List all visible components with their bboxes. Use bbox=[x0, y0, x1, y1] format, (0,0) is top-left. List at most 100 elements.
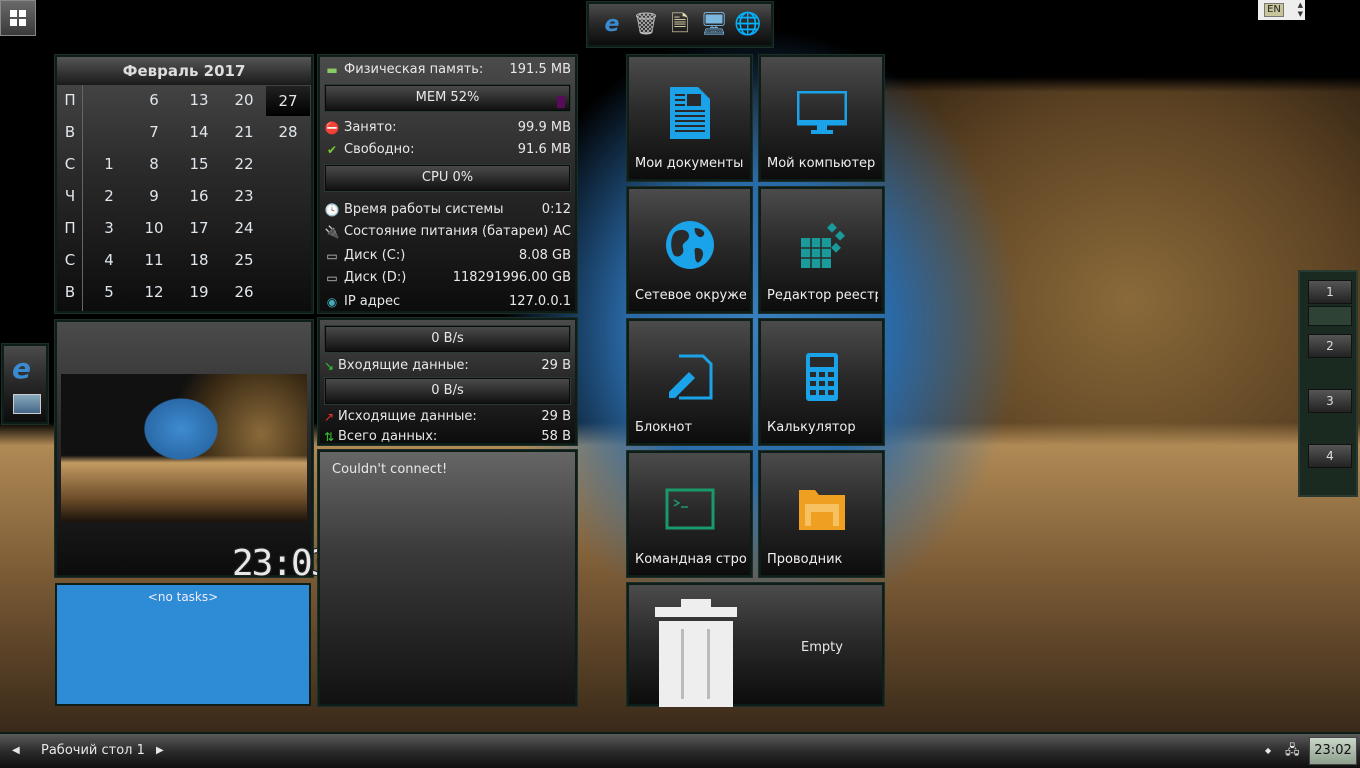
registry-icon bbox=[761, 217, 882, 273]
globe-icon bbox=[629, 217, 750, 273]
calendar-day[interactable]: 18 bbox=[177, 251, 221, 269]
tile-terminal[interactable]: Командная строк bbox=[627, 451, 752, 577]
weekday-column: ПВСЧПСВ bbox=[57, 85, 83, 311]
cpu-bar-label: CPU 0% bbox=[421, 170, 474, 185]
pager-page-4[interactable]: 4 bbox=[1308, 444, 1352, 468]
calendar-day[interactable]: 11 bbox=[132, 251, 176, 269]
calendar-day[interactable]: 25 bbox=[222, 251, 266, 269]
calendar-day[interactable]: 21 bbox=[222, 123, 266, 141]
calendar-day[interactable]: 4 bbox=[87, 251, 131, 269]
calendar-day[interactable]: 24 bbox=[222, 219, 266, 237]
physical-memory-row: ▬ Физическая память: 191.5 MB bbox=[324, 60, 571, 80]
tray-network-icon[interactable]: 🖧 bbox=[1285, 741, 1300, 763]
document-icon bbox=[629, 85, 750, 141]
calendar-day[interactable]: 8 bbox=[132, 155, 176, 173]
photo-image[interactable] bbox=[61, 374, 307, 522]
total-row: ⇅ Всего данных: 58 B bbox=[324, 427, 571, 447]
label: Исходящие данные: bbox=[338, 409, 477, 424]
network-globe-icon: ◉ bbox=[326, 295, 338, 309]
previous-desktop-button[interactable]: ◀ bbox=[12, 745, 20, 756]
language-spinner[interactable]: ▲ ▼ bbox=[1298, 1, 1303, 19]
value: 99.9 MB bbox=[517, 120, 571, 135]
internet-explorer-icon[interactable]: e bbox=[12, 352, 31, 385]
calendar-day[interactable]: 16 bbox=[177, 187, 221, 205]
used-memory-row: ⛔ Занято: 99.9 MB bbox=[324, 118, 571, 138]
notepad-icon bbox=[629, 349, 750, 405]
label: IP адрес bbox=[344, 294, 401, 309]
documents-icon[interactable]: 🗎 bbox=[665, 10, 695, 40]
calendar-day[interactable]: 26 bbox=[222, 283, 266, 301]
tile-registry[interactable]: Редактор реестр bbox=[759, 187, 884, 313]
calendar-day[interactable]: 17 bbox=[177, 219, 221, 237]
value: 0:12 bbox=[541, 202, 571, 217]
calendar-day[interactable]: 5 bbox=[87, 283, 131, 301]
photo-widget bbox=[55, 320, 313, 577]
calendar-day[interactable]: 28 bbox=[266, 123, 310, 141]
pager-page-3[interactable]: 3 bbox=[1308, 389, 1352, 413]
calendar-day[interactable]: 14 bbox=[177, 123, 221, 141]
calendar-day[interactable]: 10 bbox=[132, 219, 176, 237]
ram-icon: ▬ bbox=[326, 63, 338, 77]
disk-icon: ▭ bbox=[326, 249, 338, 263]
calendar-day[interactable]: 27 bbox=[266, 86, 310, 116]
tile-label: Редактор реестр bbox=[767, 288, 878, 303]
calendar-day[interactable]: 6 bbox=[132, 91, 176, 109]
next-desktop-button[interactable]: ▶ bbox=[156, 745, 164, 756]
calendar-day[interactable]: 13 bbox=[177, 91, 221, 109]
tile-folder[interactable]: Проводник bbox=[759, 451, 884, 577]
tile-monitor[interactable]: Мой компьютер bbox=[759, 55, 884, 181]
value: 91.6 MB bbox=[517, 142, 571, 157]
incoming-row: ↘ Входящие данные: 29 B bbox=[324, 356, 571, 376]
value: 58 B bbox=[541, 429, 571, 444]
recycle-bin-icon[interactable]: 🗑 bbox=[631, 10, 661, 40]
label: Занято: bbox=[344, 120, 397, 135]
calendar-day[interactable]: 7 bbox=[132, 123, 176, 141]
calendar-day[interactable]: 2 bbox=[87, 187, 131, 205]
calendar-day[interactable]: 23 bbox=[222, 187, 266, 205]
weekday-label: В bbox=[64, 123, 76, 141]
tray-dot-icon[interactable]: ◆ bbox=[1265, 746, 1271, 755]
check-icon: ✔ bbox=[326, 143, 338, 157]
label: Всего данных: bbox=[338, 429, 438, 444]
calendar-day[interactable]: 19 bbox=[177, 283, 221, 301]
tile-notepad[interactable]: Блокнот bbox=[627, 319, 752, 445]
label: Состояние питания (батареи) bbox=[344, 224, 549, 239]
internet-explorer-icon[interactable]: e bbox=[597, 10, 627, 40]
weather-message: Couldn't connect! bbox=[332, 462, 448, 477]
calendar-day[interactable]: 3 bbox=[87, 219, 131, 237]
memory-bar-indicator bbox=[557, 96, 565, 108]
calendar-day[interactable]: 15 bbox=[177, 155, 221, 173]
tile-label: Проводник bbox=[767, 552, 843, 567]
desktop-icon[interactable] bbox=[13, 394, 41, 414]
calendar-day[interactable]: 9 bbox=[132, 187, 176, 205]
pager-page-1-preview bbox=[1308, 306, 1352, 326]
start-button[interactable] bbox=[0, 0, 36, 36]
calendar-day[interactable]: 1 bbox=[87, 155, 131, 173]
terminal-icon bbox=[629, 481, 750, 537]
network-icon[interactable]: 🌐 bbox=[733, 10, 763, 40]
calendar-day[interactable]: 20 bbox=[222, 91, 266, 109]
tile-globe[interactable]: Сетевое окружен bbox=[627, 187, 752, 313]
pager-page-1[interactable]: 1 bbox=[1308, 280, 1352, 304]
virtual-desktop-pager: 1 2 3 4 bbox=[1298, 270, 1358, 497]
memory-bar: MEM 52% bbox=[325, 85, 570, 111]
label: Входящие данные: bbox=[338, 358, 469, 373]
trash-tile[interactable]: Empty bbox=[627, 583, 884, 707]
calendar-day[interactable]: 12 bbox=[132, 283, 176, 301]
weather-widget: Couldn't connect! bbox=[318, 450, 577, 706]
tile-document[interactable]: Мои документы bbox=[627, 55, 752, 181]
value: 29 B bbox=[541, 409, 571, 424]
disk-icon: ▭ bbox=[326, 271, 338, 285]
pager-page-2[interactable]: 2 bbox=[1308, 334, 1352, 358]
language-indicator[interactable]: EN ▲ ▼ bbox=[1258, 0, 1305, 20]
value: 118291996.00 GB bbox=[452, 270, 571, 285]
incoming-rate: 0 B/s bbox=[431, 331, 464, 346]
network-monitor-widget: 0 B/s ↘ Входящие данные: 29 B 0 B/s ↗ Исход… bbox=[318, 318, 577, 445]
computer-icon[interactable]: 🖥 bbox=[699, 10, 729, 40]
tasks-widget[interactable]: <no tasks> bbox=[55, 583, 311, 706]
taskbar-clock[interactable]: 23:02 bbox=[1309, 737, 1357, 765]
value: 8.08 GB bbox=[518, 248, 571, 263]
tile-calculator[interactable]: Калькулятор bbox=[759, 319, 884, 445]
calendar-day[interactable]: 22 bbox=[222, 155, 266, 173]
outgoing-rate-bar: 0 B/s bbox=[325, 378, 570, 404]
